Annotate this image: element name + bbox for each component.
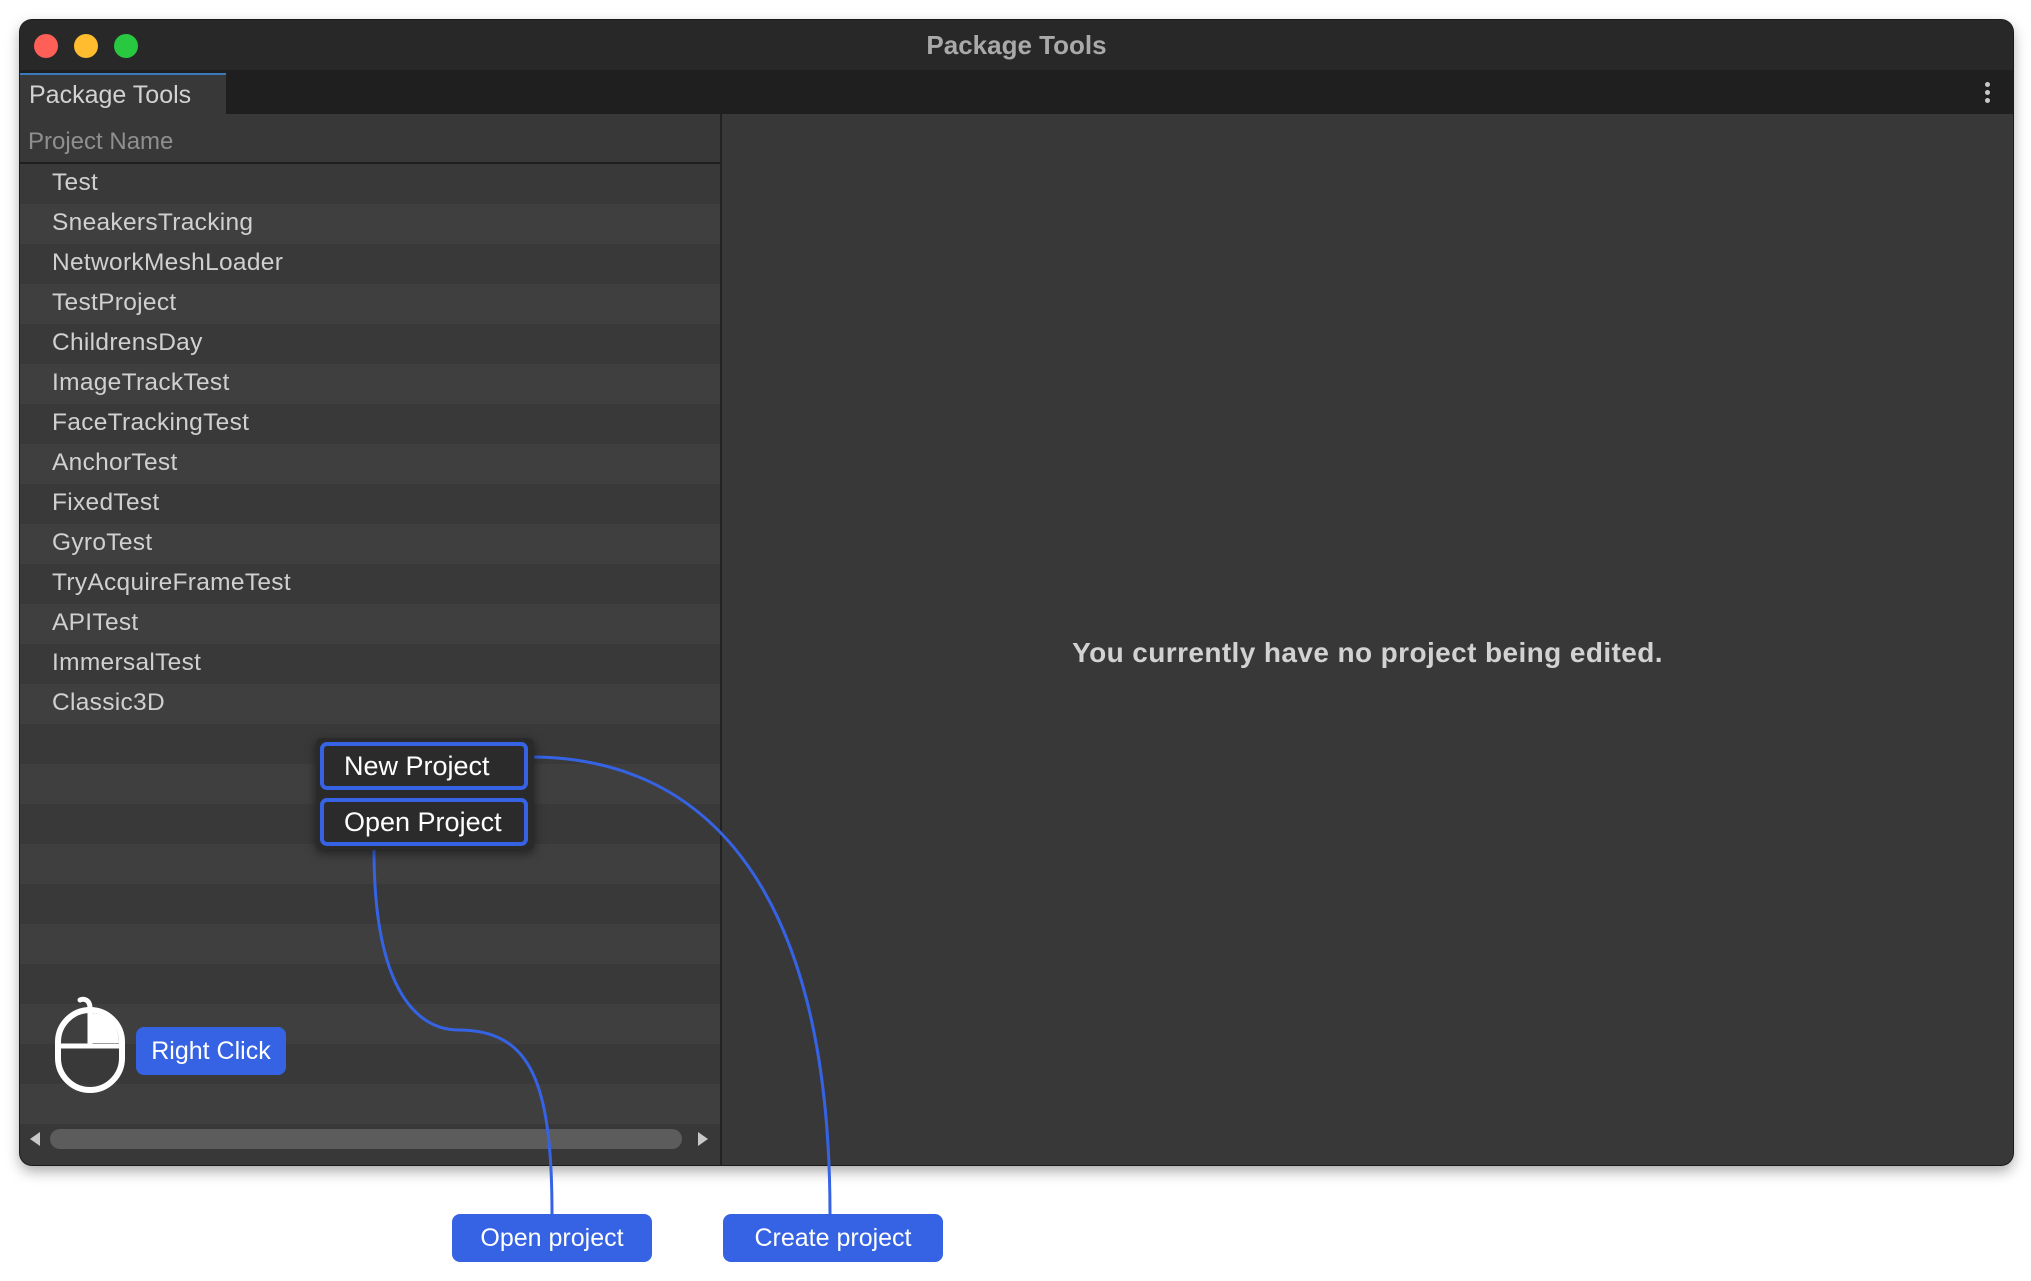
tab-package-tools[interactable]: Package Tools bbox=[20, 73, 226, 114]
mouse-icon bbox=[55, 996, 125, 1093]
project-list-item[interactable]: Test bbox=[20, 164, 720, 204]
project-list-item[interactable]: FaceTrackingTest bbox=[20, 404, 720, 444]
window-title: Package Tools bbox=[926, 30, 1107, 60]
horizontal-scrollbar[interactable] bbox=[20, 1124, 720, 1154]
project-list-item[interactable]: GyroTest bbox=[20, 524, 720, 564]
project-list-item[interactable]: ImageTrackTest bbox=[20, 364, 720, 404]
new-project-menu-item[interactable]: New Project bbox=[320, 742, 528, 790]
project-list: Test SneakersTracking NetworkMeshLoader … bbox=[20, 164, 720, 1124]
project-list-item[interactable]: TryAcquireFrameTest bbox=[20, 564, 720, 604]
empty-list-row[interactable] bbox=[20, 844, 720, 884]
more-options-icon[interactable] bbox=[1985, 82, 1991, 104]
scrollbar-thumb[interactable] bbox=[50, 1129, 682, 1149]
project-list-item[interactable]: FixedTest bbox=[20, 484, 720, 524]
project-list-item[interactable]: SneakersTracking bbox=[20, 204, 720, 244]
right-click-badge: Right Click bbox=[136, 1027, 286, 1075]
project-list-item[interactable]: ChildrensDay bbox=[20, 324, 720, 364]
empty-state-message: You currently have no project being edit… bbox=[1072, 637, 1663, 668]
project-name-column-header[interactable]: Project Name bbox=[20, 114, 720, 164]
empty-list-row[interactable] bbox=[20, 924, 720, 964]
scroll-right-icon[interactable] bbox=[698, 1132, 708, 1146]
project-list-item[interactable]: ImmersalTest bbox=[20, 644, 720, 684]
open-project-badge: Open project bbox=[452, 1214, 652, 1262]
empty-list-row[interactable] bbox=[20, 884, 720, 924]
project-list-item[interactable]: NetworkMeshLoader bbox=[20, 244, 720, 284]
column-header-label: Project Name bbox=[28, 128, 174, 155]
tab-bar: Package Tools bbox=[20, 70, 2013, 115]
tab-label: Package Tools bbox=[29, 81, 192, 109]
scroll-left-icon[interactable] bbox=[30, 1132, 40, 1146]
open-project-menu-item[interactable]: Open Project bbox=[320, 798, 528, 846]
project-list-item[interactable]: Classic3D bbox=[20, 684, 720, 724]
create-project-badge: Create project bbox=[723, 1214, 943, 1262]
package-tools-window: Package Tools Package Tools Project Name… bbox=[20, 20, 2013, 1165]
context-menu: New Project Open Project bbox=[316, 738, 534, 850]
project-list-item[interactable]: TestProject bbox=[20, 284, 720, 324]
title-bar: Package Tools bbox=[20, 20, 2013, 70]
project-list-item[interactable]: APITest bbox=[20, 604, 720, 644]
project-editor-panel: You currently have no project being edit… bbox=[722, 114, 2013, 1165]
project-list-item[interactable]: AnchorTest bbox=[20, 444, 720, 484]
